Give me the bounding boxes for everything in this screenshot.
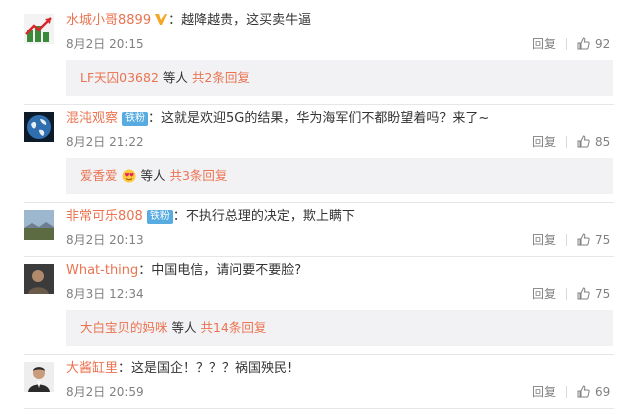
thumbs-up-icon: [577, 287, 590, 300]
avatar[interactable]: [24, 362, 54, 392]
comment-text: ：中国电信，请问要不要脸?: [138, 263, 302, 278]
comment-divider: [24, 202, 614, 203]
comment-line: 混沌观察 铁粉 ：这就是欢迎5G的结果，华为海军们不都盼望着吗？来了~: [66, 110, 489, 128]
sub-reply-box[interactable]: 大白宝贝的妈咪 等人 共14条回复: [66, 310, 613, 346]
sub-reply-count[interactable]: 共14条回复: [200, 320, 266, 335]
reply-button[interactable]: 回复: [532, 286, 556, 302]
fan-badge: 铁粉: [146, 210, 173, 224]
comment-line: 非常可乐808 铁粉 ：不执行总理的决定，欺上瞒下: [66, 208, 355, 226]
sub-reply-mid: 等人: [167, 320, 201, 335]
comment-divider: [24, 408, 614, 409]
like-button[interactable]: 92: [577, 36, 610, 52]
thumbs-up-icon: [577, 135, 590, 148]
comment-time: 8月2日 20:15: [66, 37, 144, 51]
comment-divider: [24, 256, 614, 257]
avatar-image: [24, 264, 54, 294]
sub-reply-count[interactable]: 共2条回复: [192, 70, 250, 85]
comment-username[interactable]: What-thing: [66, 263, 138, 278]
comment-username[interactable]: 大酱缸里: [66, 361, 118, 376]
comment-text: ：这是国企！？？？祸国殃民!: [118, 361, 293, 376]
sub-reply-box[interactable]: 爱香爱 等人 共3条回复: [66, 158, 613, 194]
like-button[interactable]: 75: [577, 232, 610, 248]
comment-line: What-thing：中国电信，请问要不要脸?: [66, 262, 301, 280]
like-button[interactable]: 69: [577, 384, 610, 400]
reply-button[interactable]: 回复: [532, 134, 556, 150]
sub-reply-user[interactable]: 爱香爱: [80, 168, 118, 183]
reply-button[interactable]: 回复: [532, 232, 556, 248]
comment-username[interactable]: 水城小哥8899: [66, 13, 151, 28]
action-divider: [566, 386, 567, 398]
avatar-image: [24, 362, 54, 392]
heart-eyes-emoji-icon: [121, 168, 137, 188]
comment-text: ：不执行总理的决定，欺上瞒下: [172, 209, 355, 224]
like-count: 85: [595, 135, 611, 149]
fan-badge: 铁粉: [122, 112, 149, 126]
sub-reply-user[interactable]: 大白宝贝的妈咪: [80, 320, 168, 335]
sub-reply-user[interactable]: LF天囚03682: [80, 70, 159, 85]
comment-time: 8月2日 20:59: [66, 385, 144, 399]
avatar-image: [24, 14, 54, 44]
comment-text: ：这就是欢迎5G的结果，华为海军们不都盼望着吗？来了~: [148, 111, 490, 126]
comment-username[interactable]: 混沌观察: [66, 111, 118, 126]
verified-v-icon: [154, 13, 168, 32]
like-count: 92: [595, 37, 611, 51]
comment-text: ：越降越贵，这买卖牛逼: [168, 13, 312, 28]
reply-button[interactable]: 回复: [532, 36, 556, 52]
comment-time: 8月3日 12:34: [66, 287, 144, 301]
sub-reply-count[interactable]: 共3条回复: [169, 168, 227, 183]
comment-time: 8月2日 21:22: [66, 135, 144, 149]
action-divider: [566, 234, 567, 246]
sub-reply-mid: 等人: [136, 168, 170, 183]
avatar[interactable]: [24, 14, 54, 44]
reply-button[interactable]: 回复: [532, 384, 556, 400]
like-count: 75: [595, 287, 611, 301]
sub-reply-mid: 等人: [158, 70, 192, 85]
avatar[interactable]: [24, 264, 54, 294]
like-count: 69: [595, 385, 611, 399]
action-divider: [566, 38, 567, 50]
action-divider: [566, 136, 567, 148]
avatar-image: [24, 210, 54, 240]
comment-line: 大酱缸里：这是国企！？？？祸国殃民!: [66, 360, 292, 378]
avatar[interactable]: [24, 210, 54, 240]
comment-divider: [24, 354, 614, 355]
thumbs-up-icon: [577, 233, 590, 246]
action-divider: [566, 288, 567, 300]
comment-time: 8月2日 20:13: [66, 233, 144, 247]
thumbs-up-icon: [577, 37, 590, 50]
like-count: 75: [595, 233, 611, 247]
avatar[interactable]: [24, 112, 54, 142]
sub-reply-box[interactable]: LF天囚03682 等人 共2条回复: [66, 60, 613, 96]
comment-line: 水城小哥8899 ：越降越贵，这买卖牛逼: [66, 12, 311, 32]
comment-username[interactable]: 非常可乐808: [66, 209, 143, 224]
avatar-image: [24, 112, 54, 142]
comment-divider: [24, 104, 614, 105]
like-button[interactable]: 75: [577, 286, 610, 302]
thumbs-up-icon: [577, 385, 590, 398]
like-button[interactable]: 85: [577, 134, 610, 150]
